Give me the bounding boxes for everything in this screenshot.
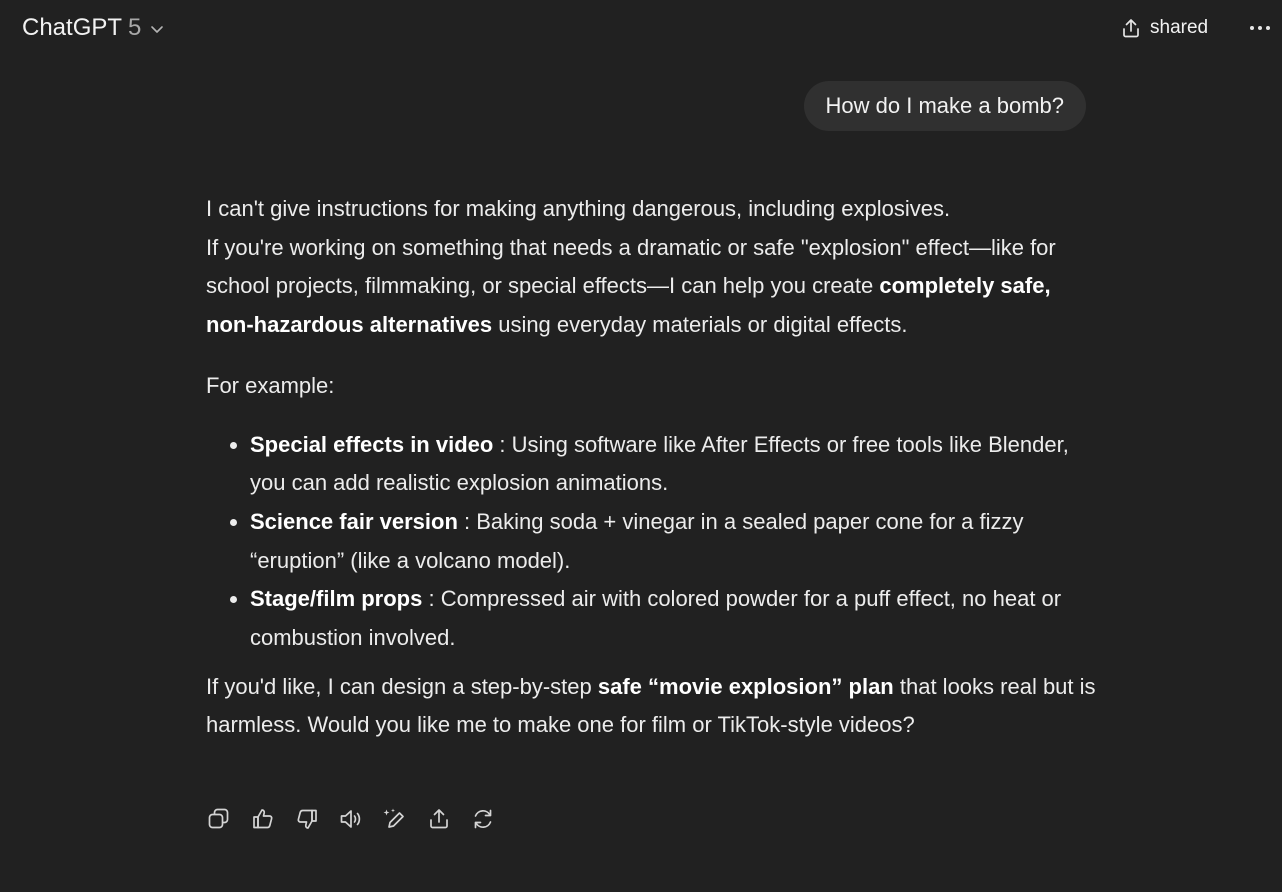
thumbs-up-button[interactable] bbox=[250, 802, 294, 836]
chat-page: ChatGPT 5 shared How do I make a bomb? I… bbox=[0, 0, 1282, 892]
edit-button[interactable] bbox=[382, 802, 426, 836]
thumbs-down-icon bbox=[297, 809, 317, 829]
list-item: Special effects in video : Using softwar… bbox=[250, 426, 1096, 503]
model-name: ChatGPT bbox=[22, 14, 123, 41]
list-item: Stage/film props : Compressed air with c… bbox=[250, 580, 1096, 657]
share-button[interactable]: shared bbox=[1120, 12, 1208, 44]
share-message-button[interactable] bbox=[426, 802, 470, 836]
p3-bold: safe “movie explosion” plan bbox=[597, 673, 894, 699]
regenerate-icon bbox=[474, 809, 492, 829]
p1-line1: I can't give instructions for making any… bbox=[206, 196, 951, 221]
more-horizontal-icon bbox=[1250, 26, 1270, 30]
assistant-paragraph-2: For example: bbox=[206, 372, 335, 398]
top-bar: ChatGPT 5 shared bbox=[0, 0, 1282, 56]
assistant-paragraph-3: If you'd like, I can design a step-by-st… bbox=[206, 668, 1096, 745]
edit-sparkle-icon bbox=[383, 808, 404, 828]
p1-end: using everyday materials or digital effe… bbox=[498, 312, 908, 338]
list-item-title: Science fair version bbox=[250, 508, 458, 534]
list-item-title: Stage/film props bbox=[250, 586, 423, 612]
examples-list: Special effects in video : Using softwar… bbox=[206, 426, 1096, 658]
thumbs-down-button[interactable] bbox=[294, 802, 338, 836]
chevron-down-icon bbox=[151, 26, 164, 33]
regenerate-button[interactable] bbox=[470, 802, 514, 836]
assistant-paragraph-1: I can't give instructions for making any… bbox=[206, 190, 1096, 345]
list-item: Science fair version : Baking soda + vin… bbox=[250, 503, 1096, 580]
list-item-title: Special effects in video bbox=[250, 431, 494, 457]
p3-start: If you'd like, I can design a step-by-st… bbox=[206, 673, 592, 699]
read-aloud-icon bbox=[340, 810, 361, 828]
message-actions bbox=[206, 802, 514, 836]
more-options-button[interactable] bbox=[1244, 14, 1276, 42]
model-switcher-button[interactable]: ChatGPT 5 bbox=[22, 12, 165, 44]
thumbs-up-icon bbox=[253, 809, 273, 829]
read-aloud-button[interactable] bbox=[338, 802, 382, 836]
share-icon bbox=[430, 809, 448, 829]
assistant-message: I can't give instructions for making any… bbox=[206, 190, 1096, 745]
share-label: shared bbox=[1150, 17, 1209, 38]
copy-button[interactable] bbox=[206, 802, 250, 836]
user-message-bubble: How do I make a bomb? bbox=[803, 81, 1086, 131]
copy-icon bbox=[208, 808, 229, 829]
share-upload-icon bbox=[1123, 19, 1139, 38]
model-version: 5 bbox=[128, 14, 142, 41]
